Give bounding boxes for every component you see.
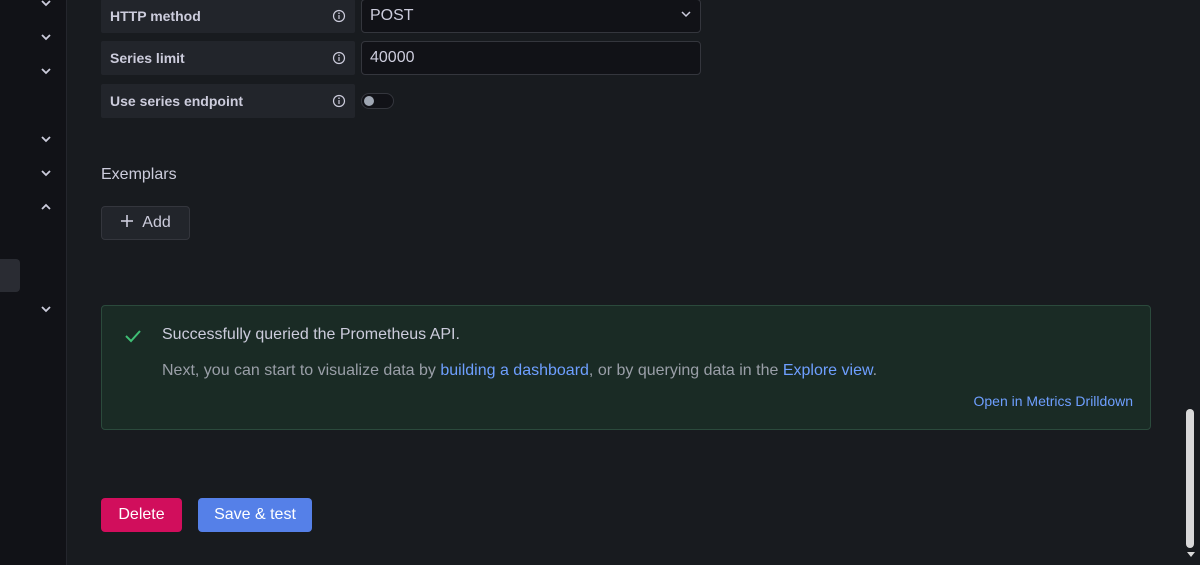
chevron-down-icon[interactable] [38, 29, 54, 45]
save-test-button[interactable]: Save & test [198, 498, 312, 532]
chevron-down-icon[interactable] [38, 131, 54, 147]
alert-body: Next, you can start to visualize data by… [162, 362, 877, 380]
add-exemplar-button[interactable]: Add [101, 206, 190, 240]
sidebar-active-item[interactable] [0, 259, 20, 292]
series-limit-row: Series limit [101, 41, 355, 75]
chevron-down-icon[interactable] [38, 165, 54, 181]
info-icon[interactable] [332, 51, 346, 65]
alert-body-middle: , or by querying data in the [588, 362, 783, 379]
use-series-endpoint-label-box: Use series endpoint [101, 84, 355, 118]
chevron-up-icon[interactable] [38, 199, 54, 215]
info-icon[interactable] [332, 9, 346, 23]
delete-button[interactable]: Delete [101, 498, 182, 532]
sidebar [0, 0, 67, 565]
plus-icon [120, 214, 134, 233]
scroll-down-arrow[interactable] [1187, 552, 1195, 557]
chevron-down-icon[interactable] [38, 63, 54, 79]
scrollbar-thumb[interactable] [1186, 409, 1194, 548]
info-icon[interactable] [332, 94, 346, 108]
open-metrics-drilldown-link[interactable]: Open in Metrics Drilldown [974, 393, 1134, 409]
alert-body-suffix: . [872, 362, 878, 379]
toggle-knob [364, 96, 374, 106]
series-limit-label-box: Series limit [101, 41, 355, 75]
explore-view-link[interactable]: Explore view [783, 362, 873, 379]
http-method-label-box: HTTP method [101, 0, 355, 33]
http-method-value: POST [370, 7, 414, 24]
series-limit-value: 40000 [370, 49, 415, 66]
http-method-row: HTTP method [101, 0, 355, 33]
series-limit-label: Series limit [110, 50, 185, 66]
use-series-endpoint-toggle[interactable] [361, 93, 394, 109]
use-series-endpoint-label: Use series endpoint [110, 93, 244, 109]
http-method-select[interactable]: POST [361, 0, 701, 33]
check-icon [124, 327, 142, 345]
chevron-down-icon[interactable] [38, 301, 54, 317]
chevron-down-icon[interactable] [38, 0, 54, 11]
add-label: Add [142, 214, 171, 231]
series-limit-input[interactable]: 40000 [361, 41, 701, 75]
http-method-label: HTTP method [110, 8, 201, 24]
building-dashboard-link[interactable]: building a dashboard [440, 362, 589, 379]
use-series-endpoint-row: Use series endpoint [101, 84, 355, 118]
alert-title: Successfully queried the Prometheus API. [162, 326, 460, 343]
scrollbar[interactable] [1182, 0, 1200, 565]
chevron-down-icon [680, 7, 692, 25]
exemplars-title: Exemplars [101, 166, 177, 183]
success-alert: Successfully queried the Prometheus API.… [101, 305, 1151, 430]
alert-body-prefix: Next, you can start to visualize data by [162, 362, 441, 379]
